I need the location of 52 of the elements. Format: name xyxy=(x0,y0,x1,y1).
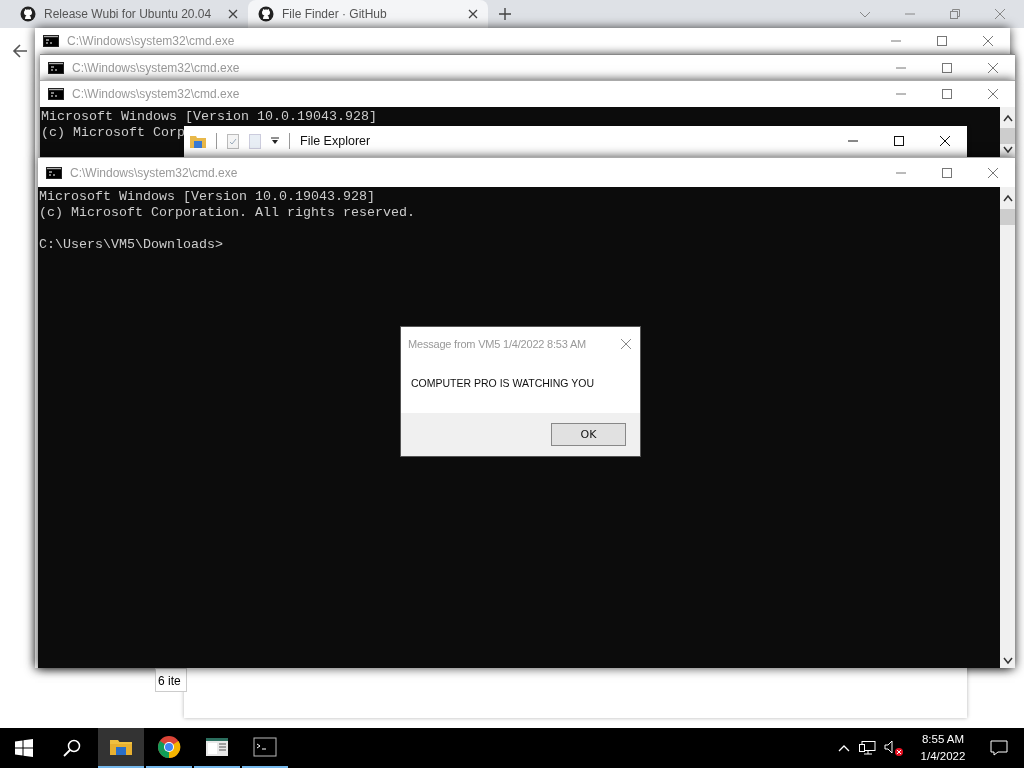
window-title: C:\Windows\system32\cmd.exe xyxy=(72,61,240,75)
folder-icon[interactable] xyxy=(190,134,206,148)
clock-time[interactable]: 8:55 AM xyxy=(921,731,965,748)
scrollbar[interactable] xyxy=(1000,107,1015,157)
console-text: Microsoft Windows [Version 10.0.19043.928] xyxy=(39,189,375,205)
dialog-message: COMPUTER PRO IS WATCHING YOU xyxy=(410,376,595,391)
scrollbar-thumb[interactable] xyxy=(1000,209,1015,225)
browser-tab[interactable]: File Finder · GitHub xyxy=(248,0,488,28)
close-icon[interactable] xyxy=(228,9,238,19)
network-icon[interactable] xyxy=(858,740,876,756)
scroll-up-icon[interactable] xyxy=(1002,113,1013,122)
chevron-up-icon[interactable] xyxy=(838,744,850,752)
search-icon xyxy=(63,739,81,757)
window-title: C:\Windows\system32\cmd.exe xyxy=(67,34,235,48)
scroll-down-icon[interactable] xyxy=(1002,146,1013,155)
window-title: C:\Windows\system32\cmd.exe xyxy=(72,87,240,101)
console-text: (c) Microsoft Corporation. All rights reserved. xyxy=(39,205,415,221)
windows-logo-icon xyxy=(15,739,33,757)
checkmark-document-icon[interactable] xyxy=(227,133,239,149)
back-arrow-icon[interactable] xyxy=(12,43,28,59)
browser-tab[interactable]: Release Wubi for Ubuntu 20.04 xyxy=(10,0,248,28)
restore-icon[interactable] xyxy=(949,8,961,20)
console-icon xyxy=(48,62,64,74)
window-title: C:\Windows\system32\cmd.exe xyxy=(70,165,238,180)
github-icon xyxy=(20,6,36,22)
ok-button[interactable]: OK xyxy=(551,423,626,446)
github-icon xyxy=(258,6,274,22)
console-icon xyxy=(253,735,277,759)
window-title: File Explorer xyxy=(300,134,371,148)
maximize-icon[interactable] xyxy=(893,135,905,147)
close-icon[interactable] xyxy=(468,9,478,19)
scroll-down-icon[interactable] xyxy=(1002,657,1013,665)
console-icon xyxy=(43,35,59,47)
taskbar-app[interactable] xyxy=(98,728,144,768)
document-window-icon xyxy=(205,735,229,759)
console-prompt: C:\Users\VM5\Downloads> xyxy=(39,237,223,253)
status-text: 6 ite xyxy=(155,668,187,692)
chrome-icon xyxy=(157,735,181,759)
plus-icon[interactable] xyxy=(498,7,512,21)
dropdown-caret-icon[interactable] xyxy=(271,137,279,145)
dialog-title: Message from VM5 1/4/2022 8:53 AM xyxy=(408,338,587,350)
clock-date[interactable]: 1/4/2022 xyxy=(920,748,966,765)
console-text: (c) Microsoft Corp xyxy=(41,125,185,141)
console-icon xyxy=(46,166,62,179)
scrollbar-thumb[interactable] xyxy=(1000,128,1015,144)
console-text: Microsoft Windows [Version 10.0.19043.928] xyxy=(41,109,377,125)
scroll-up-icon[interactable] xyxy=(1002,194,1013,202)
notification-icon[interactable] xyxy=(990,740,1008,756)
close-icon[interactable] xyxy=(939,135,951,147)
scrollbar[interactable] xyxy=(1000,187,1015,668)
muted-speaker-icon[interactable] xyxy=(884,740,904,756)
console-icon xyxy=(48,88,64,100)
